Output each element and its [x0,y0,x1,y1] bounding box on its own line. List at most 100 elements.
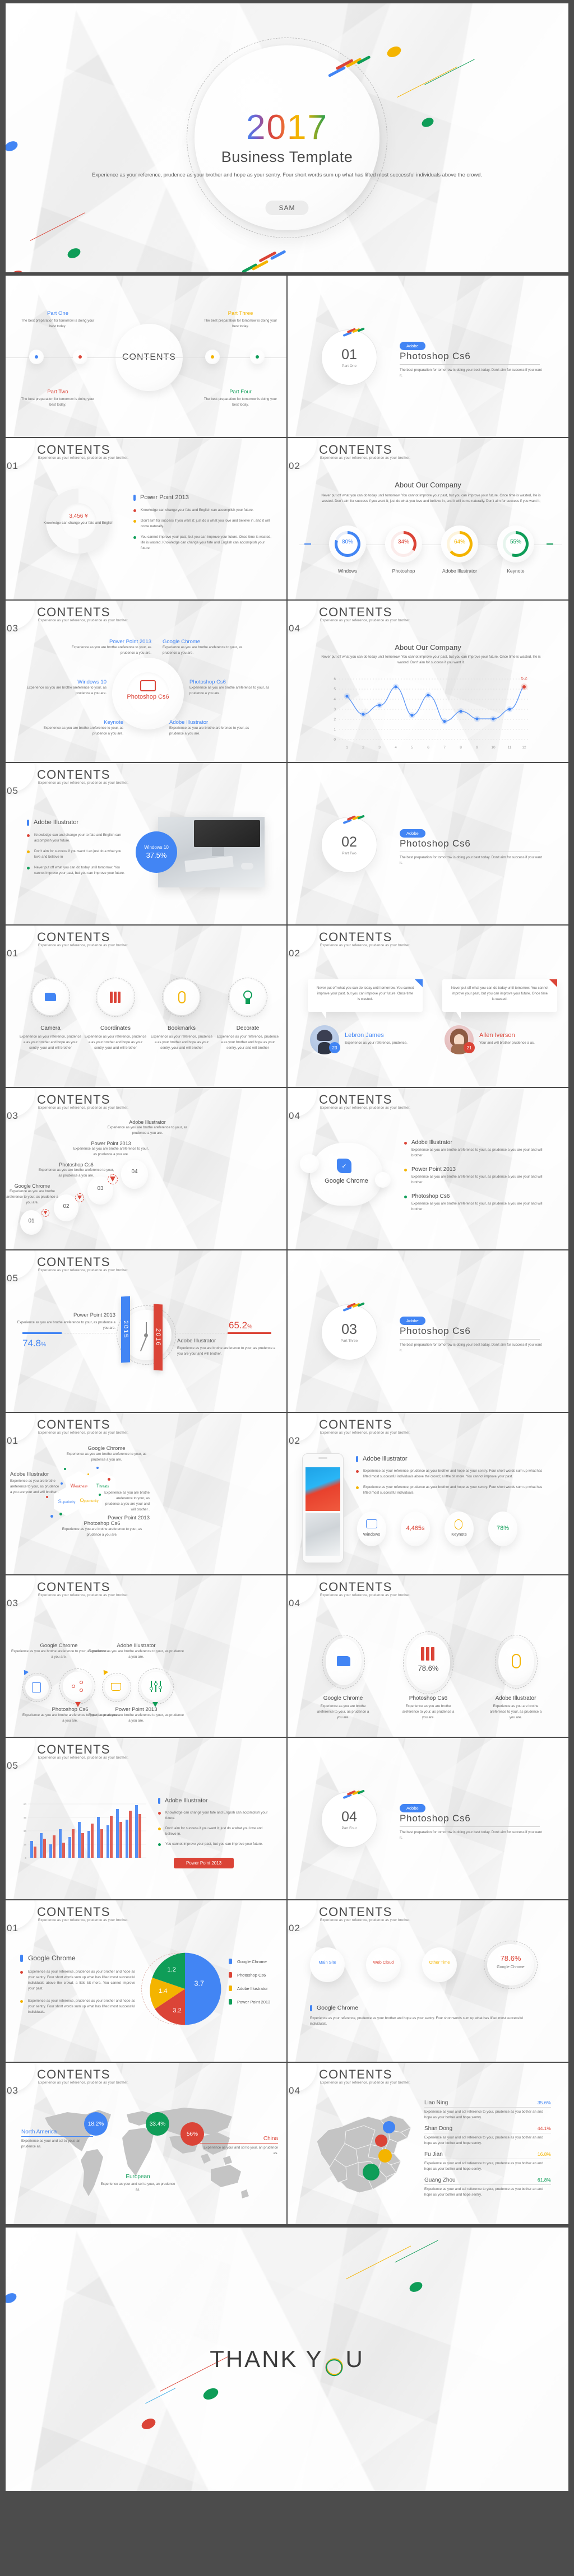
title-slide[interactable]: 2017 Business Template Experience as you… [6,3,568,272]
slide-number: 05 [7,1273,18,1284]
china-marker-fujian[interactable] [378,2149,392,2163]
step-text-4: Experience as you are brothe areference … [107,1126,188,1135]
section-text: The best preparation for tomorrow is doi… [400,855,542,865]
slide-compare-05[interactable]: 05 CONTENTS Experience as your reference… [6,1250,286,1412]
share-icon [72,1681,83,1692]
agenda-part-1-label: Part One [47,310,69,317]
china-map [316,2115,411,2193]
person-name-2: Allen Iverson [479,1032,515,1039]
legend-marker [158,1797,160,1804]
slide-team-02[interactable]: 02 CONTENTS Experience as your reference… [288,926,568,1087]
slide-flow-03[interactable]: 03 CONTENTS Experience as your reference… [6,1575,286,1737]
bullet-dot [404,1168,407,1171]
step-title-4: Adobe Illustrator [129,1119,166,1125]
pie-legend-label: Photoshop Cs6 [237,1972,266,1978]
legend-marker [356,1456,358,1462]
page-subtitle: Experience as your reference, prudence a… [320,1594,411,1597]
gauge-value-2: 34% [397,539,409,545]
pie-legend-swatch [229,1972,232,1978]
kpi-circle-3 [422,1947,457,1982]
page-subtitle: Experience as your reference, prudence a… [38,1431,129,1435]
china-marker-shandong[interactable] [375,2135,387,2147]
clip-icon [455,1519,462,1529]
title-subtitle: Experience as your reference, prudence a… [91,171,482,178]
gauge-value-1: 80% [341,539,353,545]
slide-cloud-04[interactable]: 04 CONTENTS Experience as your reference… [288,1088,568,1249]
map-marker-european[interactable]: 33.4% [146,2112,169,2136]
slide-linechart-04[interactable]: 04 CONTENTS Experience as your reference… [288,601,568,762]
year-bar-right: 2016 [154,1304,163,1371]
page-title: CONTENTS [37,1255,110,1269]
kpi-label-3: Keynote [451,1532,467,1537]
slide-number: 03 [7,623,18,634]
slide-bars-05[interactable]: 05 CONTENTS Experience as your reference… [6,1738,286,1899]
section-heading: About Our Company [395,643,461,652]
person-sub-2: Your and will brother prudence a as. [479,1041,535,1045]
china-value-4: 61.8% [537,2177,551,2183]
svg-text:6: 6 [427,746,429,750]
pie-label-photoshop: 3.2 [173,2007,182,2014]
closing-slide[interactable]: THANK Y U [6,2228,568,2491]
section-title: Photoshop Cs6 [400,351,471,361]
camera-icon [140,680,156,691]
slide-photo-05[interactable]: 05 CONTENTS Experience as your reference… [6,763,286,924]
section-number: 04 [341,1809,357,1825]
legend-title: Power Point 2013 [140,494,189,501]
gauge-value-4: 55% [510,539,521,545]
bubble-label: Windows 10 [144,845,169,850]
page-title: CONTENTS [37,1417,110,1431]
bullet-dot [27,866,30,869]
agenda-node-2-dot [78,355,82,359]
map-label-2: European [126,2174,150,2180]
slide-number: 02 [289,461,300,471]
slide-pie-01[interactable]: 01 CONTENTS Experience as your reference… [6,1900,286,2062]
agenda-part-2-label: Part Two [47,389,68,395]
page-subtitle: Experience as your reference, prudence a… [320,944,411,947]
china-marker-guangzhou[interactable] [363,2164,379,2180]
chevron-down-icon [110,1177,115,1182]
svg-text:45: 45 [24,1816,27,1819]
pie-legend-swatch [229,1986,232,1991]
radial-item-4-label: Photoshop Cs6 [189,679,226,685]
svg-text:4: 4 [334,698,336,701]
cloud-item-title-1: Adobe Illustrator [411,1140,452,1146]
page-title: CONTENTS [37,1742,110,1756]
legend-item-text: Experience as your reference, prudence a… [28,1998,135,2014]
slide-agenda[interactable]: CONTENTS Part One The best preparation f… [6,276,286,437]
svg-text:5: 5 [334,687,336,691]
legend-item-text: Experience as your reference, prudence a… [28,1970,135,1991]
slide-worldmap-03[interactable]: 03 CONTENTS Experience as your reference… [6,2063,286,2224]
section-divider [400,1339,540,1340]
china-marker-liaoning[interactable] [383,2121,395,2133]
slide-swot-01[interactable]: 01 CONTENTS Experience as your reference… [6,1413,286,1574]
slide-number: 02 [289,948,300,959]
slide-chinamap-04[interactable]: 04 CONTENTS Experience as your reference… [288,2063,568,2224]
radial-center-title: Photoshop Cs6 [127,694,169,700]
slide-three-04[interactable]: 04 CONTENTS Experience as your reference… [288,1575,568,1737]
slide-steps-03[interactable]: 03 CONTENTS Experience as your reference… [6,1088,286,1249]
cta-button[interactable]: Power Point 2013 [174,1858,234,1868]
pie-legend-label: Google Chrome [237,1959,267,1964]
page-title: CONTENTS [37,1905,110,1919]
year-bar-left: 2015 [121,1296,130,1363]
radial-item-5-text: Experience as you are brothe areference … [43,726,123,736]
legend-marker [310,2005,312,2011]
slide-phone-02[interactable]: 02 CONTENTS Experience as your reference… [288,1413,568,1574]
page-subtitle: Experience as your reference, prudence a… [320,2081,411,2085]
mouse-icon [512,1654,521,1668]
slide-donut-01[interactable]: 01 CONTENTS Experience as your reference… [6,438,286,599]
slide-icons-01[interactable]: 01 CONTENTS Experience as your reference… [6,926,286,1087]
slide-radial-03[interactable]: 03 CONTENTS Experience as your reference… [6,601,286,762]
slide-gauges-02[interactable]: 02 CONTENTS Experience as your reference… [288,438,568,599]
slide-section-03[interactable]: 03 Part Three Adobe Photoshop Cs6 The be… [288,1250,568,1412]
slide-section-01[interactable]: 01 Part One Adobe Photoshop Cs6 The best… [288,276,568,437]
bullet-dot [20,2000,23,2003]
slide-kpi-02[interactable]: 02 CONTENTS Experience as your reference… [288,1900,568,2062]
sliders-icon [150,1681,162,1692]
slide-section-04[interactable]: 04 Part Four Adobe Photoshop Cs6 The bes… [288,1738,568,1899]
slide-section-02[interactable]: 02 Part Two Adobe Photoshop Cs6 The best… [288,763,568,924]
page-title: CONTENTS [37,930,110,944]
gauge-label-3: Adobe Illustrator [442,568,477,574]
section-number-circle: 04 Part Four [321,1792,377,1848]
slide-grid: CONTENTS Part One The best preparation f… [6,276,568,2224]
